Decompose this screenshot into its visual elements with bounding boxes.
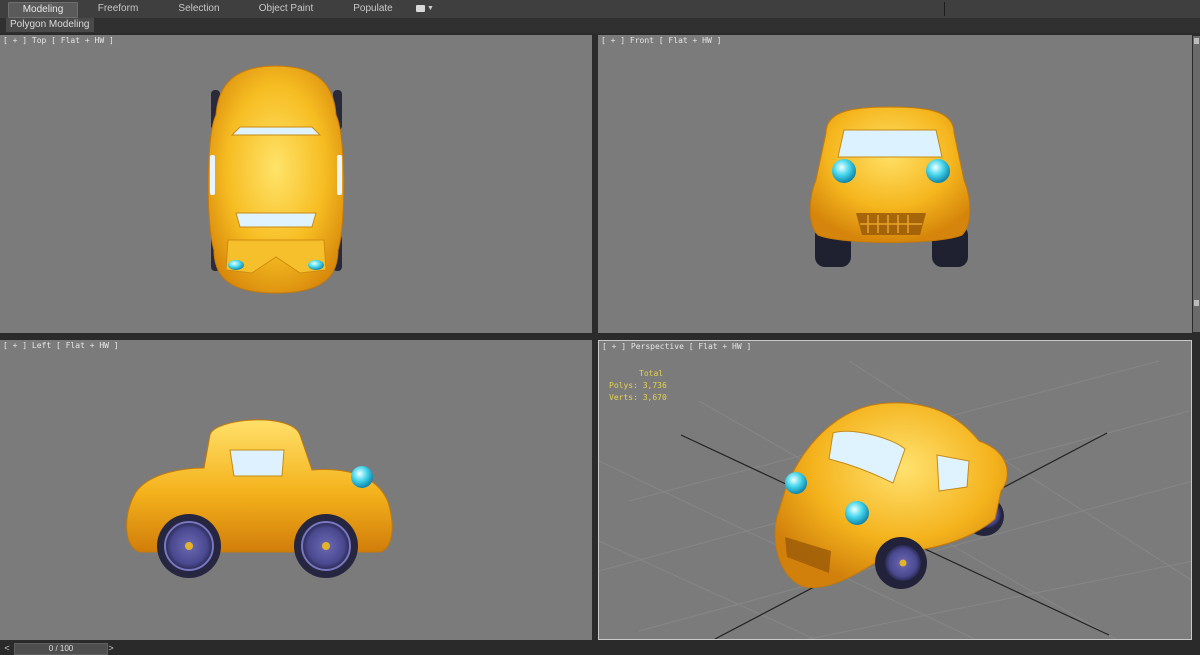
render-settings-icon: [416, 5, 425, 12]
time-prev-button[interactable]: <: [2, 642, 12, 654]
panel-polygon-modeling[interactable]: Polygon Modeling: [6, 18, 94, 32]
front-view-car: [809, 106, 971, 267]
stats-verts-value: 3,670: [642, 393, 667, 402]
time-slider-bar: < 0 / 100 >: [0, 641, 1200, 655]
ribbon-tabbar: Modeling Freeform Selection Object Paint…: [0, 0, 1200, 19]
chevron-down-icon: ▼: [427, 5, 434, 12]
stats-verts-label: Verts:: [609, 393, 638, 402]
stats-polys-label: Polys:: [609, 381, 638, 390]
viewport-left-label[interactable]: [ + ] Left [ Flat + HW ]: [3, 341, 119, 350]
tab-selection[interactable]: Selection: [165, 2, 233, 16]
perspective-view-car: [599, 360, 1191, 639]
viewport-left[interactable]: [ + ] Left [ Flat + HW ]: [0, 340, 592, 640]
right-scrollbar[interactable]: [1193, 36, 1200, 332]
time-slider[interactable]: 0 / 100: [14, 643, 108, 655]
scene-statistics: Total Polys: 3,736 Verts: 3,670: [609, 368, 667, 404]
viewport-top[interactable]: [ + ] Top [ Flat + HW ]: [0, 35, 592, 333]
ribbon-panel-bar: Polygon Modeling: [0, 18, 1200, 33]
ribbon-options-dropdown[interactable]: ▼: [416, 3, 436, 15]
top-view-car: [207, 65, 345, 294]
scroll-up-icon[interactable]: [1194, 38, 1199, 44]
viewport-perspective[interactable]: [ + ] Perspective [ Flat + HW ] Total Po…: [598, 340, 1192, 640]
tab-populate[interactable]: Populate: [340, 2, 406, 16]
stats-title: Total: [639, 369, 664, 378]
scroll-down-icon[interactable]: [1194, 300, 1199, 306]
viewport-front[interactable]: [ + ] Front [ Flat + HW ]: [598, 35, 1192, 333]
viewport-top-label[interactable]: [ + ] Top [ Flat + HW ]: [3, 36, 114, 45]
stats-polys-value: 3,736: [642, 381, 667, 390]
viewport-front-label[interactable]: [ + ] Front [ Flat + HW ]: [601, 36, 721, 45]
tab-freeform[interactable]: Freeform: [84, 2, 152, 16]
time-next-button[interactable]: >: [106, 642, 116, 654]
ribbon-divider: [944, 2, 945, 16]
viewport-perspective-label[interactable]: [ + ] Perspective [ Flat + HW ]: [602, 342, 751, 351]
tab-modeling[interactable]: Modeling: [8, 2, 78, 19]
left-view-car: [126, 419, 393, 578]
tab-object-paint[interactable]: Object Paint: [246, 2, 326, 16]
